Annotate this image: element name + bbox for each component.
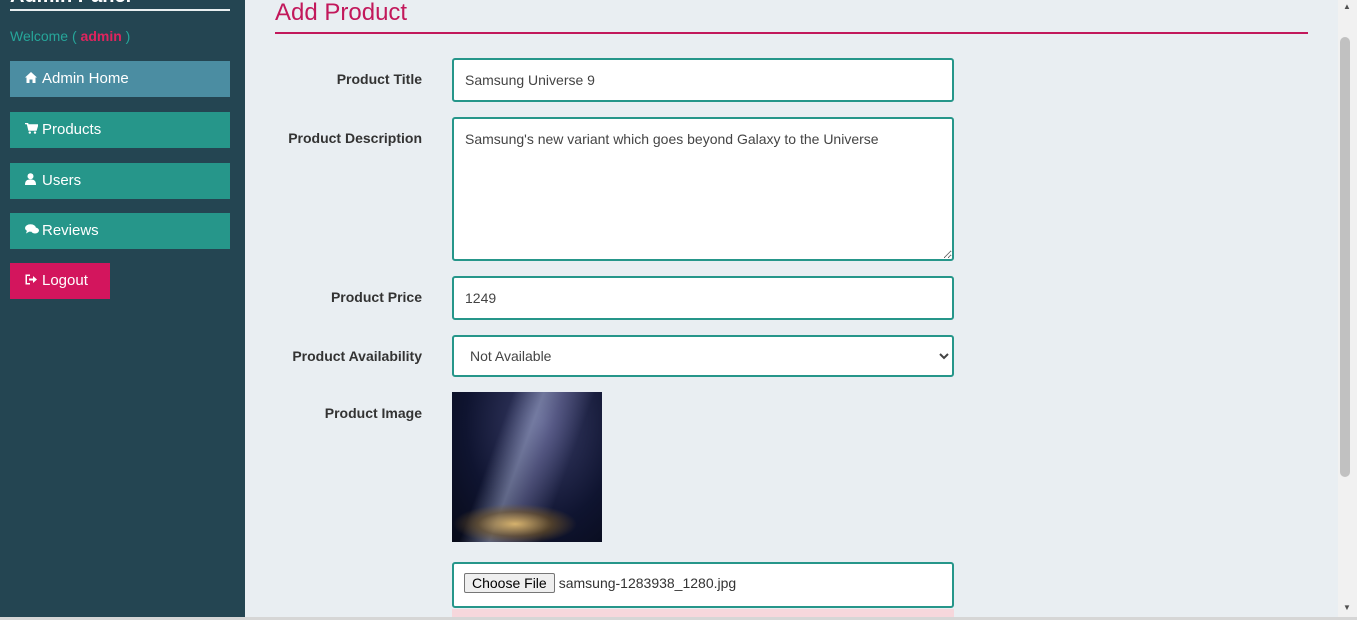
- sidebar-item-label: Products: [42, 121, 102, 138]
- product-description-textarea[interactable]: Samsung's new variant which goes beyond …: [452, 117, 954, 261]
- cart-icon: [25, 112, 39, 148]
- product-price-label: Product Price: [330, 289, 422, 305]
- sidebar-title: Admin Panel: [10, 0, 230, 11]
- sidebar-item-products[interactable]: Products: [10, 112, 230, 148]
- home-icon: [25, 61, 39, 97]
- scroll-up-arrow-icon[interactable]: ▲: [1343, 2, 1351, 11]
- sign-out-icon: [25, 263, 39, 299]
- main-content: Add Product Product Title Product Descri…: [245, 0, 1338, 617]
- sidebar-item-admin-home[interactable]: Admin Home: [10, 61, 230, 97]
- logout-label: Logout: [42, 272, 88, 289]
- sidebar: Admin Panel Welcome ( admin ) Admin Home…: [0, 0, 245, 617]
- product-availability-label: Product Availability: [292, 348, 422, 364]
- sidebar-item-label: Users: [42, 172, 82, 189]
- product-availability-select[interactable]: Not Available: [452, 335, 954, 377]
- product-image-label: Product Image: [324, 405, 422, 421]
- welcome-text: Welcome ( admin ): [10, 28, 130, 44]
- alert-strip: [452, 609, 954, 617]
- sidebar-item-reviews[interactable]: Reviews: [10, 213, 230, 249]
- logout-button[interactable]: Logout: [10, 263, 110, 299]
- sidebar-item-label: Reviews: [42, 222, 99, 239]
- welcome-suffix: ): [125, 28, 131, 44]
- user-icon: [25, 163, 39, 199]
- choose-file-button[interactable]: Choose File: [464, 573, 555, 593]
- scrollbar-thumb[interactable]: [1340, 37, 1350, 477]
- comments-icon: [25, 213, 39, 249]
- product-image-preview: [452, 392, 602, 542]
- welcome-prefix: Welcome (: [10, 28, 77, 44]
- selected-file-name: samsung-1283938_1280.jpg: [558, 575, 737, 591]
- page-title: Add Product: [275, 0, 1308, 34]
- welcome-username: admin: [80, 28, 122, 44]
- scroll-down-arrow-icon[interactable]: ▼: [1343, 603, 1351, 612]
- sidebar-item-label: Admin Home: [42, 70, 129, 87]
- product-title-input[interactable]: [452, 58, 954, 102]
- vertical-scrollbar[interactable]: ▲ ▼: [1338, 0, 1357, 617]
- file-upload-field[interactable]: Choose File samsung-1283938_1280.jpg: [452, 562, 954, 608]
- product-title-label: Product Title: [336, 71, 422, 87]
- product-price-input[interactable]: [452, 276, 954, 320]
- sidebar-item-users[interactable]: Users: [10, 163, 230, 199]
- product-description-label: Product Description: [288, 130, 422, 146]
